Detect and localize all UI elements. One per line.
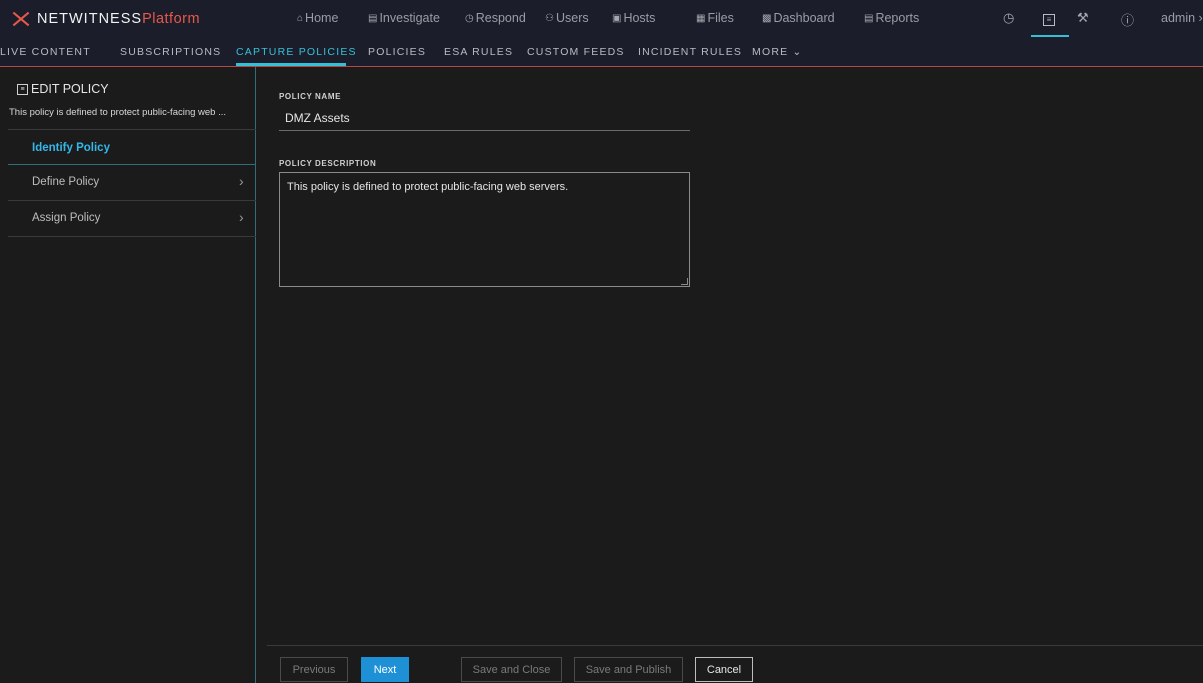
step-identify-policy[interactable]: Identify Policy bbox=[8, 131, 256, 167]
step-label: Identify Policy bbox=[32, 142, 110, 154]
policy-name-label: POLICY NAME bbox=[279, 92, 342, 101]
nav-reports-label: Reports bbox=[875, 11, 920, 25]
user-menu[interactable]: admin › bbox=[1161, 11, 1203, 25]
files-icon: ▦ bbox=[696, 12, 706, 24]
subnav-capture-policies[interactable]: CAPTURE POLICIES bbox=[236, 46, 357, 58]
tools-icon[interactable]: ⚒ bbox=[1077, 10, 1089, 26]
respond-icon: ◷ bbox=[465, 12, 474, 24]
subnav-subscriptions[interactable]: SUBSCRIPTIONS bbox=[120, 46, 221, 58]
hosts-icon: ▣ bbox=[612, 12, 622, 24]
resize-handle-icon[interactable] bbox=[681, 278, 688, 285]
subnav-live-content[interactable]: LIVE CONTENT bbox=[0, 46, 91, 58]
help-icon[interactable]: ⓘ bbox=[1121, 10, 1134, 29]
nav-home-label: Home bbox=[305, 11, 339, 25]
step-label: Define Policy bbox=[32, 176, 100, 188]
netwitness-logo[interactable]: NETWITNESSPlatform bbox=[11, 9, 200, 29]
active-tab-underline bbox=[236, 63, 346, 66]
dashboard-icon: ▩ bbox=[762, 12, 772, 24]
nav-reports[interactable]: ▤ Reports bbox=[864, 11, 919, 25]
nav-hosts[interactable]: ▣ Hosts bbox=[612, 11, 655, 25]
brand-name: NETWITNESS bbox=[37, 11, 143, 27]
home-icon: ⌂ bbox=[297, 12, 304, 24]
policy-description-value: This policy is defined to protect public… bbox=[287, 181, 569, 193]
step-assign-policy[interactable]: Assign Policy › bbox=[8, 201, 256, 237]
nav-users[interactable]: ⚇ Users bbox=[545, 11, 589, 25]
stopwatch-icon[interactable]: ◷ bbox=[1003, 10, 1014, 26]
subnav-esa-rules[interactable]: ESA RULES bbox=[444, 46, 513, 58]
subnav-incident-rules[interactable]: INCIDENT RULES bbox=[638, 46, 742, 58]
nav-dashboard[interactable]: ▩ Dashboard bbox=[762, 11, 835, 25]
sidebar-title-label: EDIT POLICY bbox=[31, 82, 109, 96]
previous-button[interactable]: Previous bbox=[280, 657, 348, 682]
nav-investigate[interactable]: ▤ Investigate bbox=[368, 11, 440, 25]
nav-home[interactable]: ⌂ Home bbox=[297, 11, 338, 25]
policy-description-label: POLICY DESCRIPTION bbox=[279, 159, 377, 168]
nav-respond[interactable]: ◷ Respond bbox=[465, 11, 526, 25]
nav-dashboard-label: Dashboard bbox=[773, 11, 835, 25]
step-define-policy[interactable]: Define Policy › bbox=[8, 165, 256, 201]
sidebar-title: ≡ EDIT POLICY bbox=[17, 82, 109, 96]
reports-icon: ▤ bbox=[864, 12, 874, 24]
nav-investigate-label: Investigate bbox=[379, 11, 440, 25]
nav-files-label: Files bbox=[707, 11, 734, 25]
save-and-publish-button[interactable]: Save and Publish bbox=[574, 657, 683, 682]
cancel-button[interactable]: Cancel bbox=[695, 657, 753, 682]
user-name: admin bbox=[1161, 11, 1196, 25]
nav-respond-label: Respond bbox=[475, 11, 526, 25]
footer-divider bbox=[267, 645, 1203, 646]
nav-hosts-label: Hosts bbox=[623, 11, 656, 25]
chevron-right-icon: › bbox=[239, 173, 244, 189]
policy-name-underline bbox=[279, 130, 690, 131]
chevron-down-icon: ⌄ bbox=[792, 46, 803, 58]
sidebar-description: This policy is defined to protect public… bbox=[9, 107, 227, 118]
config-icon[interactable]: ≡ bbox=[1043, 10, 1055, 26]
investigate-icon: ▤ bbox=[368, 12, 378, 24]
top-bar: NETWITNESSPlatform ⌂ Home ▤ Investigate ◷ R… bbox=[0, 0, 1203, 37]
subnav-policies[interactable]: POLICIES bbox=[368, 46, 426, 58]
policy-name-input[interactable]: DMZ Assets bbox=[285, 111, 350, 125]
divider bbox=[8, 236, 256, 237]
subnav-custom-feeds[interactable]: CUSTOM FEEDS bbox=[527, 46, 625, 58]
divider bbox=[8, 129, 256, 130]
users-icon: ⚇ bbox=[545, 12, 554, 24]
nav-files[interactable]: ▦ Files bbox=[696, 11, 734, 25]
save-and-close-button[interactable]: Save and Close bbox=[461, 657, 562, 682]
subnav-more-label: MORE bbox=[752, 46, 789, 58]
policy-description-textarea[interactable]: This policy is defined to protect public… bbox=[279, 172, 690, 287]
nav-users-label: Users bbox=[555, 11, 589, 25]
netwitness-logo-icon bbox=[11, 10, 31, 28]
edit-policy-icon: ≡ bbox=[17, 83, 28, 95]
step-label: Assign Policy bbox=[32, 212, 101, 224]
sub-nav: LIVE CONTENT SUBSCRIPTIONS CAPTURE POLIC… bbox=[0, 37, 1203, 67]
policy-wizard-sidebar: ≡ EDIT POLICY This policy is defined to … bbox=[8, 67, 256, 683]
chevron-right-icon: › bbox=[239, 209, 244, 225]
brand-suffix: Platform bbox=[142, 11, 201, 27]
subnav-more[interactable]: MORE ⌄ bbox=[752, 46, 802, 58]
next-button[interactable]: Next bbox=[361, 657, 409, 682]
